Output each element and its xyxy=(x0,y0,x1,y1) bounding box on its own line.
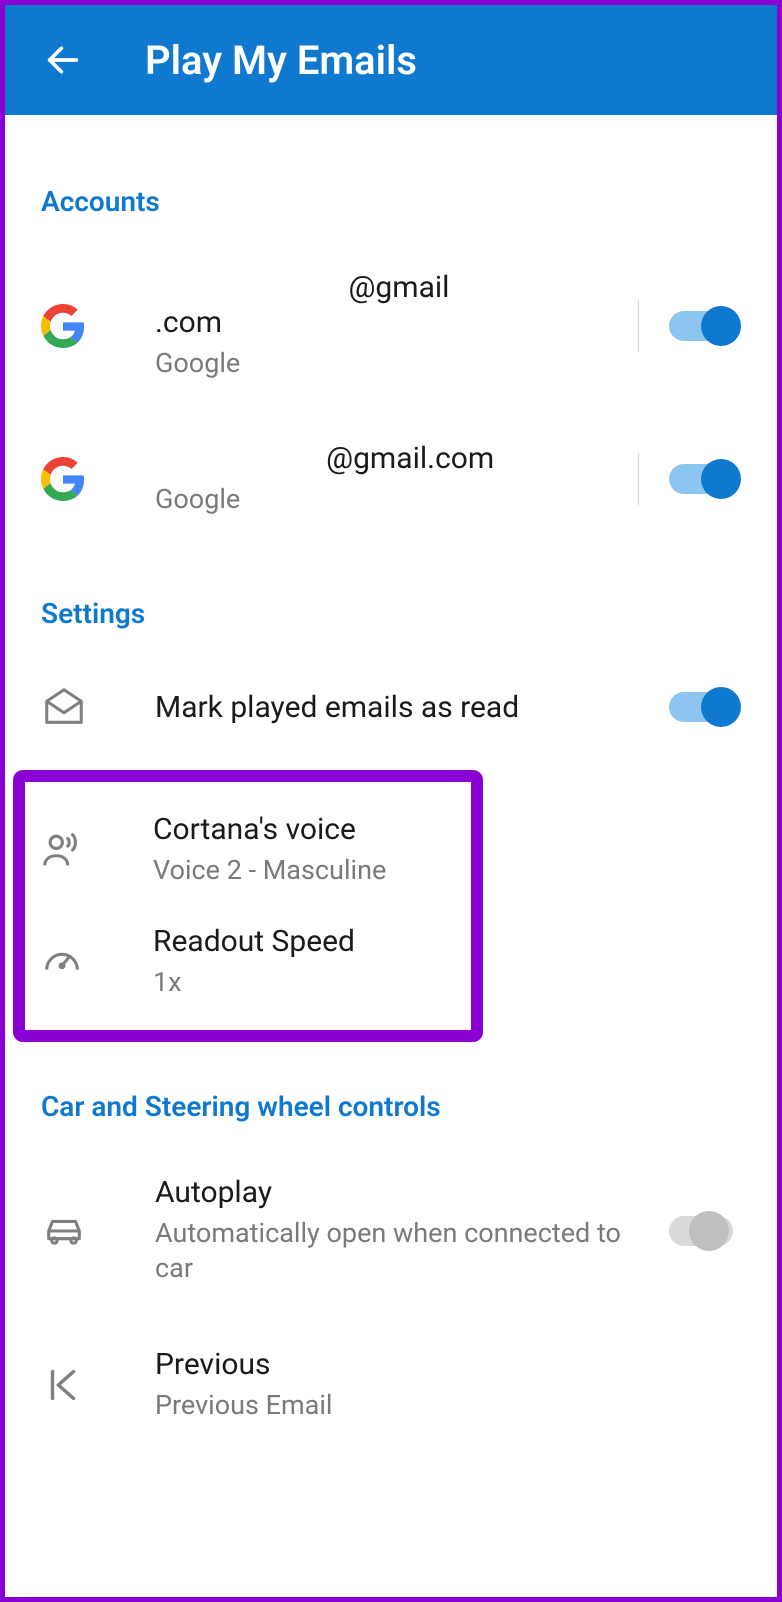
mark-read-title: Mark played emails as read xyxy=(155,690,665,725)
speed-sub: 1x xyxy=(153,965,457,1000)
previous-title: Previous xyxy=(155,1347,741,1382)
back-button[interactable] xyxy=(41,38,85,82)
previous-row[interactable]: Previous Previous Email xyxy=(41,1317,741,1453)
autoplay-sub: Automatically open when connected to car xyxy=(155,1216,665,1286)
voice-title: Cortana's voice xyxy=(153,812,457,847)
divider xyxy=(638,300,639,352)
page-title: Play My Emails xyxy=(145,37,417,84)
envelope-open-icon xyxy=(41,684,101,730)
account-email: @gmail.com xyxy=(155,270,628,340)
highlighted-settings: Cortana's voice Voice 2 - Masculine Read… xyxy=(13,770,483,1042)
google-icon xyxy=(41,457,101,501)
account-email: @gmail.com xyxy=(155,441,628,476)
section-car-header: Car and Steering wheel controls xyxy=(41,1090,741,1123)
autoplay-row[interactable]: Autoplay Automatically open when connect… xyxy=(41,1145,741,1316)
account-provider: Google xyxy=(155,346,628,381)
car-icon xyxy=(41,1208,101,1254)
mark-read-row[interactable]: Mark played emails as read xyxy=(41,652,741,762)
account-toggle[interactable] xyxy=(665,459,741,499)
skip-previous-icon xyxy=(41,1362,101,1408)
voice-sub: Voice 2 - Masculine xyxy=(153,853,457,888)
account-provider: Google xyxy=(155,482,628,517)
speed-title: Readout Speed xyxy=(153,924,457,959)
previous-sub: Previous Email xyxy=(155,1388,741,1423)
voice-icon xyxy=(39,827,99,873)
arrow-left-icon xyxy=(43,40,83,80)
app-header: Play My Emails xyxy=(5,5,777,115)
google-icon xyxy=(41,304,101,348)
section-accounts-header: Accounts xyxy=(41,185,741,218)
content: Accounts @gmail.com Google xyxy=(5,115,777,1453)
account-toggle[interactable] xyxy=(665,306,741,346)
readout-speed-row[interactable]: Readout Speed 1x xyxy=(39,906,457,1018)
autoplay-title: Autoplay xyxy=(155,1175,665,1210)
account-row[interactable]: @gmail.com Google xyxy=(41,411,741,547)
gauge-icon xyxy=(39,939,99,985)
account-row[interactable]: @gmail.com Google xyxy=(41,240,741,411)
cortana-voice-row[interactable]: Cortana's voice Voice 2 - Masculine xyxy=(39,794,457,906)
mark-read-toggle[interactable] xyxy=(665,687,741,727)
section-settings-header: Settings xyxy=(41,597,741,630)
autoplay-toggle[interactable] xyxy=(665,1211,741,1251)
divider xyxy=(638,453,639,505)
